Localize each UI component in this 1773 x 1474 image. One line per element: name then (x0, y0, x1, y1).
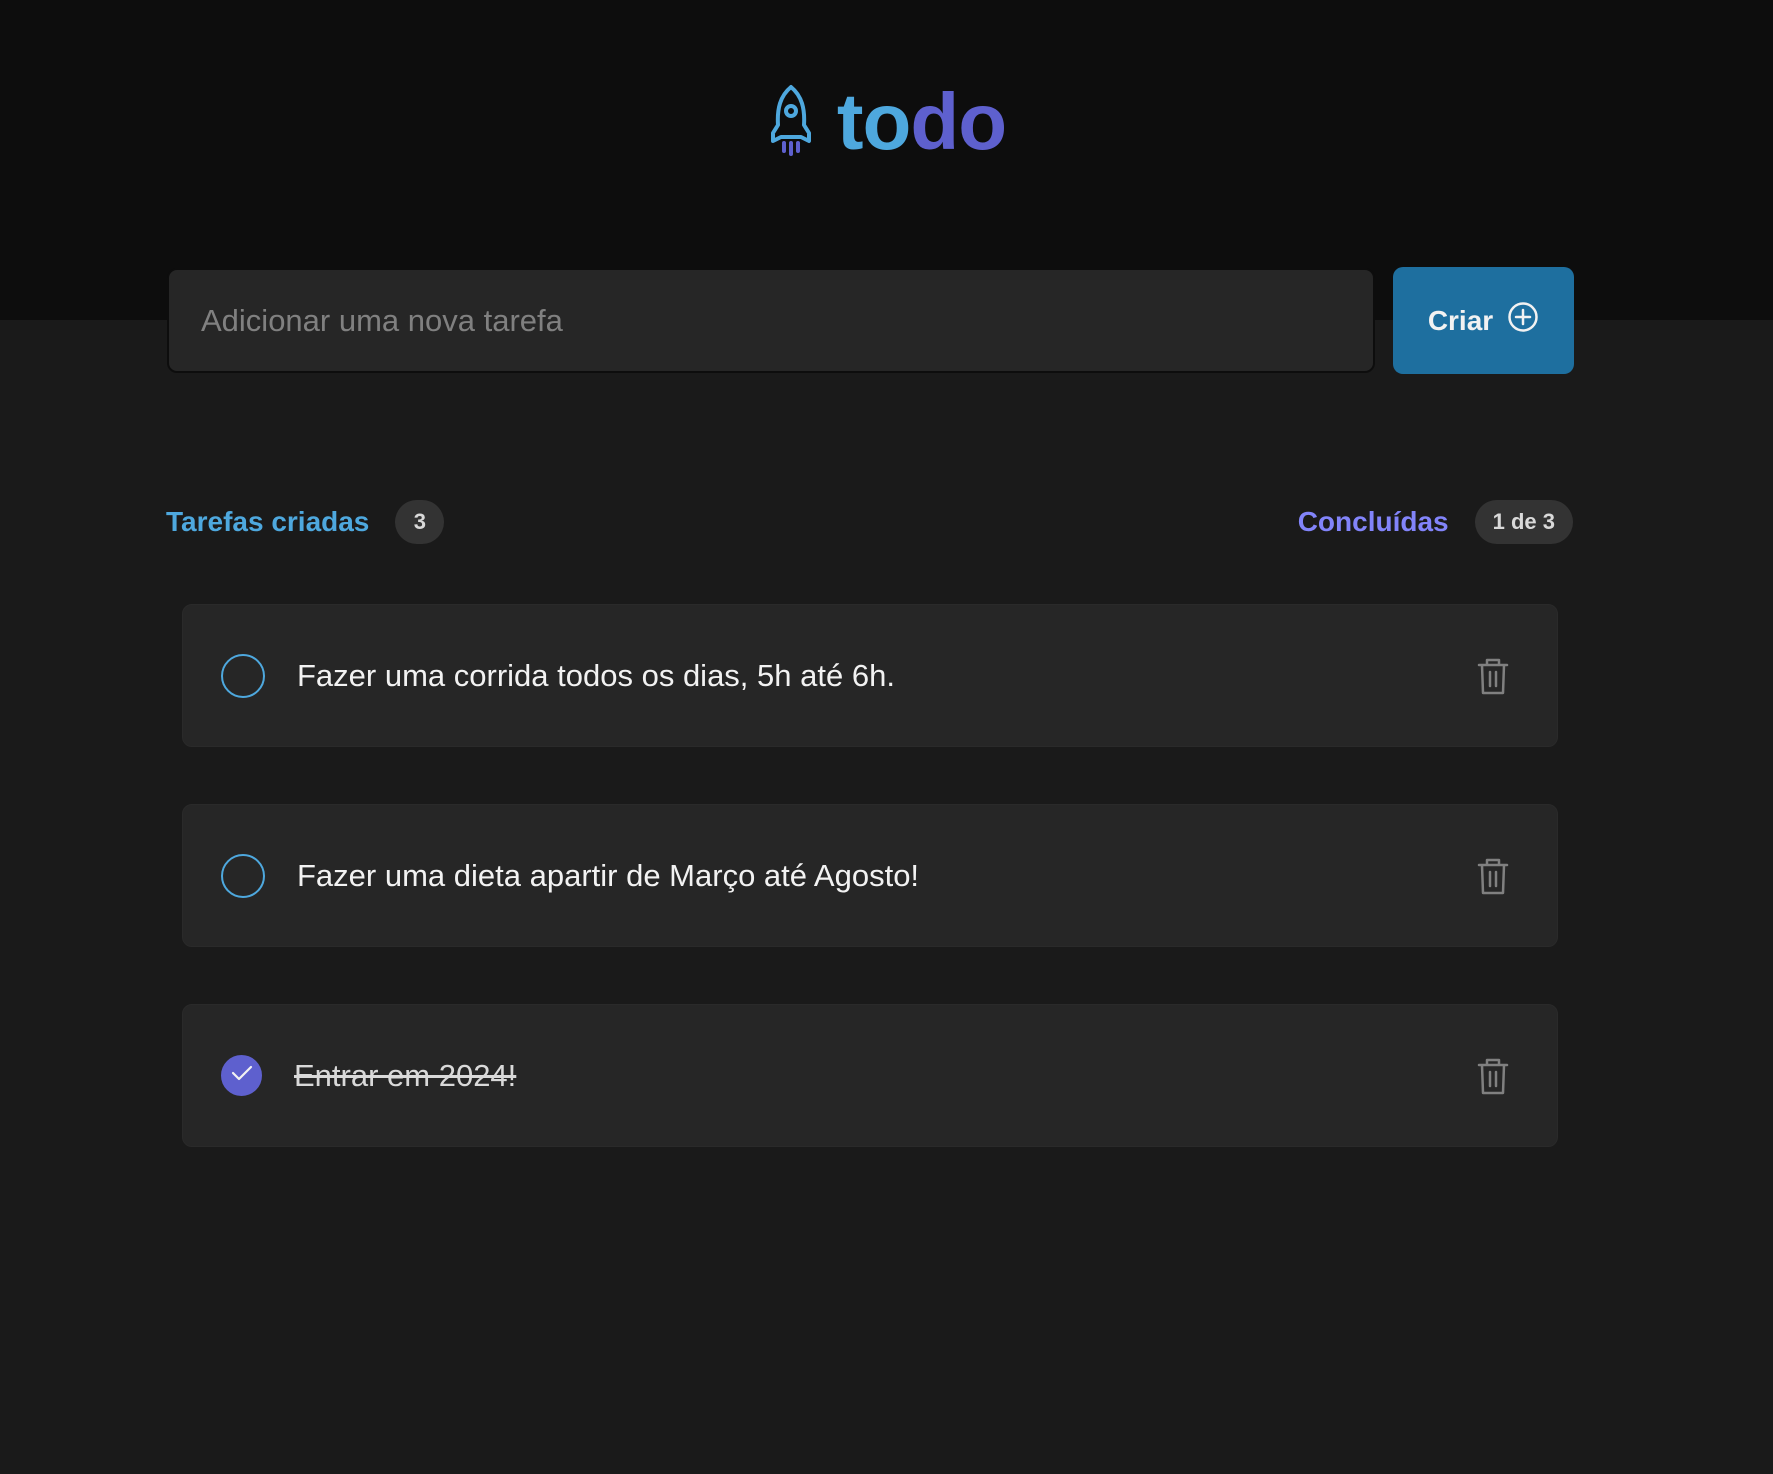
task-text: Fazer uma dieta apartir de Março até Ago… (297, 857, 920, 893)
created-tasks-badge: 3 (395, 500, 445, 544)
new-task-input[interactable] (167, 268, 1375, 373)
logo-wordmark: todo (837, 82, 1007, 162)
created-tasks-counter: Tarefas criadas 3 (166, 500, 445, 544)
completed-tasks-label: Concluídas (1297, 506, 1449, 537)
completed-tasks-counter: Concluídas 1 de 3 (1298, 500, 1573, 544)
create-task-button[interactable]: Criar (1393, 267, 1574, 374)
new-task-form: Criar (167, 267, 1574, 374)
task-text: Entrar em 2024! (294, 1057, 517, 1093)
rocket-icon (767, 83, 815, 162)
task-text: Fazer uma corrida todos os dias, 5h até … (297, 657, 895, 693)
task-list: Fazer uma corrida todos os dias, 5h até … (182, 604, 1558, 1147)
logo-text-do: do (910, 77, 1007, 166)
trash-icon[interactable] (1469, 652, 1517, 700)
task-item: Fazer uma dieta apartir de Março até Ago… (182, 804, 1558, 947)
app-logo: todo (0, 82, 1773, 162)
task-counters: Tarefas criadas 3 Concluídas 1 de 3 (166, 500, 1573, 544)
completed-tasks-badge: 1 de 3 (1474, 500, 1573, 544)
trash-icon[interactable] (1469, 1052, 1517, 1100)
check-icon (231, 1065, 253, 1086)
task-checkbox[interactable] (221, 853, 265, 898)
task-item: Fazer uma corrida todos os dias, 5h até … (182, 604, 1558, 747)
create-button-label: Criar (1427, 304, 1494, 336)
task-checkbox[interactable] (221, 653, 265, 698)
created-tasks-label: Tarefas criadas (166, 506, 370, 537)
logo-text-to: to (836, 77, 912, 166)
task-item: Entrar em 2024! (182, 1004, 1558, 1147)
task-checkbox-checked[interactable] (221, 1055, 262, 1096)
trash-icon[interactable] (1469, 852, 1517, 900)
plus-circle-icon (1507, 301, 1539, 340)
